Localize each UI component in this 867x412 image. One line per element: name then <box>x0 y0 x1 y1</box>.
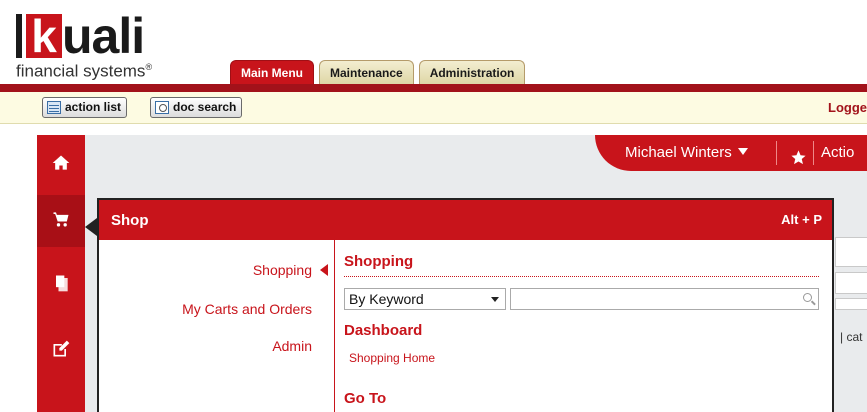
chevron-down-icon <box>491 297 499 302</box>
registered-mark: ® <box>145 62 153 72</box>
shop-panel-header: Shop Alt + P <box>99 200 832 240</box>
nav-shop[interactable] <box>37 195 85 247</box>
documents-icon <box>51 273 71 298</box>
menu-link-carts-orders[interactable]: My Carts and Orders <box>182 300 312 318</box>
side-input-1[interactable] <box>835 237 867 267</box>
side-input-3[interactable] <box>835 298 867 310</box>
user-bar-separator-2 <box>813 141 814 165</box>
home-icon <box>51 153 71 178</box>
doc-search-label: doc search <box>173 100 237 114</box>
logo-bar <box>16 14 22 58</box>
logo-mark: k uali <box>16 6 152 64</box>
caret-down-icon <box>737 148 748 155</box>
search-mode-select[interactable]: By Keyword <box>344 288 506 310</box>
shop-menu: Shopping My Carts and Orders Admin <box>99 240 334 412</box>
user-name: Michael Winters <box>625 144 732 161</box>
toolbar: action list doc search Logge <box>0 92 867 124</box>
left-nav <box>37 135 85 412</box>
action-list-icon <box>47 101 61 114</box>
search-mode-value: By Keyword <box>349 291 424 307</box>
action-list-button[interactable]: action list <box>42 97 128 118</box>
tab-administration[interactable]: Administration <box>418 60 526 84</box>
shopping-search-input[interactable] <box>510 288 819 310</box>
nav-documents[interactable] <box>37 259 85 311</box>
menu-link-shopping[interactable]: Shopping <box>253 261 312 279</box>
panel-divider <box>334 240 335 412</box>
nav-home[interactable] <box>37 139 85 191</box>
logo-word: uali <box>62 8 145 64</box>
shopping-section: Shopping By Keyword Dashboard Shopping H… <box>344 240 832 412</box>
tab-main-menu[interactable]: Main Menu <box>230 60 314 84</box>
star-icon[interactable] <box>790 144 807 180</box>
edit-icon <box>51 339 71 364</box>
active-arrow-icon <box>320 264 328 276</box>
shopping-title: Shopping <box>344 253 414 270</box>
panel-pointer <box>85 218 97 236</box>
user-bar: Michael Winters Actio <box>595 135 867 171</box>
doc-search-icon <box>155 101 169 114</box>
cart-icon <box>51 209 71 234</box>
action-list-label: action list <box>65 100 122 114</box>
page-root: k uali financial systems® Main Menu Main… <box>0 0 867 412</box>
side-input-2[interactable] <box>835 272 867 294</box>
shop-panel-title: Shop <box>111 212 149 229</box>
user-bar-separator <box>776 141 777 165</box>
logo-subtitle: financial systems® <box>16 58 152 81</box>
logged-in-text: Logge <box>828 100 867 115</box>
logo-letter: k <box>26 13 62 59</box>
header-divider <box>0 84 867 92</box>
goto-title: Go To <box>344 390 387 407</box>
dashboard-title: Dashboard <box>344 322 423 339</box>
main-tabs: Main Menu Maintenance Administration <box>230 60 526 84</box>
nav-edit[interactable] <box>37 325 85 377</box>
tab-maintenance[interactable]: Maintenance <box>319 60 414 84</box>
action-menu-partial[interactable]: Actio <box>821 135 854 171</box>
logo-subtitle-text: financial systems <box>16 61 146 81</box>
menu-link-admin[interactable]: Admin <box>272 337 312 355</box>
shop-panel: Shop Alt + P Shopping My Carts and Order… <box>97 198 834 412</box>
doc-search-button[interactable]: doc search <box>150 97 243 118</box>
user-menu[interactable]: Michael Winters <box>625 135 748 171</box>
shortcut-hint: Alt + P <box>781 212 822 227</box>
side-partial-text: | cat <box>840 330 863 344</box>
shopping-home-link[interactable]: Shopping Home <box>349 351 435 365</box>
search-icon[interactable] <box>803 293 812 302</box>
shopping-divider <box>344 276 819 277</box>
kuali-logo: k uali financial systems® <box>16 6 152 81</box>
